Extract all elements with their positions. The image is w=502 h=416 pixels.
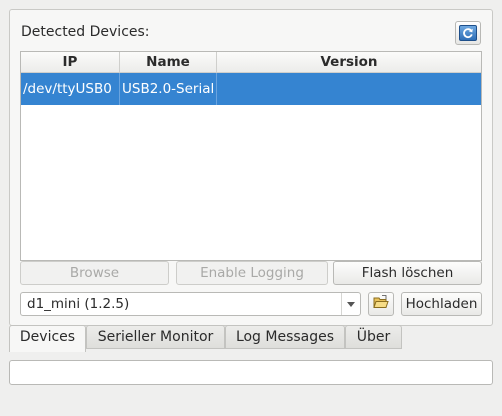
flash-erase-button[interactable]: Flash löschen [333,261,482,285]
detected-devices-title: Detected Devices: [21,24,150,40]
tab-serial-monitor[interactable]: Serieller Monitor [86,325,225,349]
devices-table[interactable]: IP Name Version /dev/ttyUSB0 USB2.0-Seri… [20,51,482,261]
folder-open-icon [373,295,389,313]
tab-devices[interactable]: Devices [9,325,86,352]
column-header-ip[interactable]: IP [21,52,120,72]
board-select[interactable]: d1_mini (1.2.5) [20,292,361,316]
enable-logging-button[interactable]: Enable Logging [176,261,328,285]
cell-ip: /dev/ttyUSB0 [21,73,120,105]
table-header: IP Name Version [21,52,481,73]
refresh-icon [459,25,477,41]
board-select-value: d1_mini (1.2.5) [27,296,130,312]
column-header-version[interactable]: Version [217,52,481,72]
tab-log-messages[interactable]: Log Messages [225,325,345,349]
open-file-button[interactable] [368,292,394,316]
status-field[interactable] [9,360,493,385]
upload-button[interactable]: Hochladen [401,292,482,316]
cell-name: USB2.0-Serial [120,73,217,105]
devices-panel: Detected Devices: IP Name Version /dev/t… [9,9,493,326]
column-header-name[interactable]: Name [120,52,217,72]
tab-about[interactable]: Über [345,325,402,349]
refresh-button[interactable] [455,21,481,45]
cell-version [217,73,481,105]
table-row[interactable]: /dev/ttyUSB0 USB2.0-Serial [21,73,481,105]
browse-button[interactable]: Browse [20,261,169,285]
chevron-down-icon[interactable] [341,293,360,315]
